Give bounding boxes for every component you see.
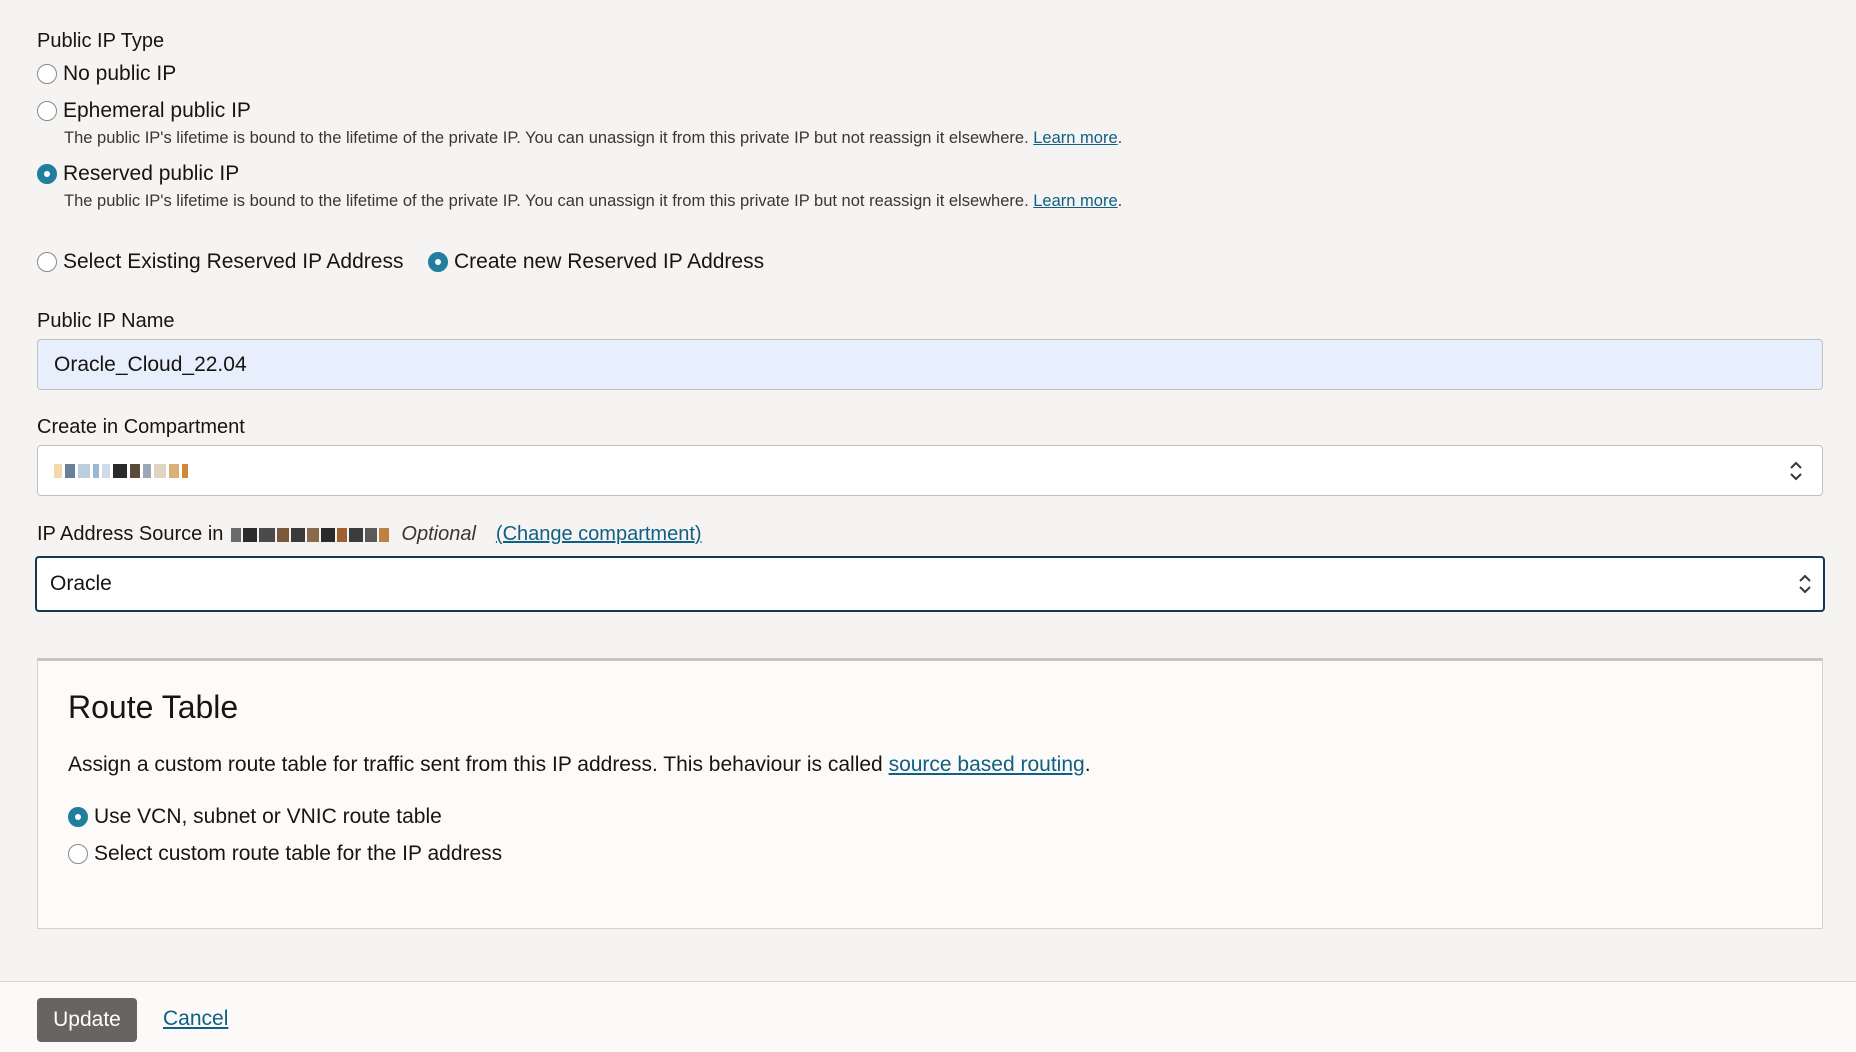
radio-button[interactable] [428,252,448,272]
radio-label: Create new Reserved IP Address [454,250,765,273]
radio-button[interactable] [68,844,88,864]
radio-ephemeral-public-ip[interactable]: Ephemeral public IP [37,99,251,123]
radio-button[interactable] [37,252,57,272]
route-table-panel: Route Table Assign a custom route table … [37,658,1823,929]
radio-label: No public IP [63,62,177,85]
input-value: Oracle_Cloud_22.04 [54,352,247,376]
ip-source-label: IP Address Source in [37,523,224,545]
ip-source-select[interactable]: Oracle [35,556,1825,612]
ephemeral-description: The public IP's lifetime is bound to the… [64,129,1122,148]
radio-label: Reserved public IP [63,162,240,185]
redacted-compartment-name [231,527,390,542]
select-chevron-icon [1799,574,1811,594]
radio-no-public-ip[interactable]: No public IP [37,62,176,86]
update-button[interactable]: Update [37,998,137,1042]
compartment-label: Create in Compartment [37,416,245,438]
public-ip-name-input[interactable]: Oracle_Cloud_22.04 [37,339,1823,390]
change-compartment-link[interactable]: (Change compartment) [496,523,702,546]
description-suffix: . [1084,753,1091,776]
description-text: The public IP's lifetime is bound to the… [64,129,1029,147]
radio-button[interactable] [37,64,57,84]
radio-use-vcn-route-table[interactable]: Use VCN, subnet or VNIC route table [68,805,442,829]
public-ip-type-label: Public IP Type [37,30,165,52]
radio-reserved-public-ip[interactable]: Reserved public IP [37,162,239,186]
learn-more-link[interactable]: Learn more [1033,192,1117,210]
radio-label: Select custom route table for the IP add… [94,842,503,865]
radio-label: Select Existing Reserved IP Address [63,250,404,273]
select-value: Oracle [50,572,112,595]
reserved-description: The public IP's lifetime is bound to the… [64,192,1122,211]
radio-label: Use VCN, subnet or VNIC route table [94,805,442,828]
radio-select-existing-reserved-ip[interactable]: Select Existing Reserved IP Address [37,250,403,274]
radio-button[interactable] [68,807,88,827]
ip-source-label-row: IP Address Source in Optional (Change co… [37,523,702,546]
select-chevron-icon [1790,461,1802,480]
radio-button[interactable] [37,101,57,121]
route-table-title: Route Table [68,689,239,725]
radio-button[interactable] [37,164,57,184]
redacted-compartment-value [54,463,188,478]
radio-custom-route-table[interactable]: Select custom route table for the IP add… [68,842,502,866]
source-based-routing-link[interactable]: source based routing [889,753,1085,776]
optional-tag: Optional [401,523,476,545]
public-ip-name-label: Public IP Name [37,310,175,332]
compartment-select[interactable] [37,445,1823,496]
radio-create-new-reserved-ip[interactable]: Create new Reserved IP Address [428,250,764,274]
footer-bar [0,981,1856,1052]
period: . [1117,192,1123,210]
cancel-link[interactable]: Cancel [163,1007,228,1031]
learn-more-link[interactable]: Learn more [1033,129,1117,147]
description-text: Assign a custom route table for traffic … [68,753,889,776]
period: . [1117,129,1123,147]
route-table-description: Assign a custom route table for traffic … [68,753,1091,777]
description-text: The public IP's lifetime is bound to the… [64,192,1029,210]
radio-label: Ephemeral public IP [63,99,251,122]
